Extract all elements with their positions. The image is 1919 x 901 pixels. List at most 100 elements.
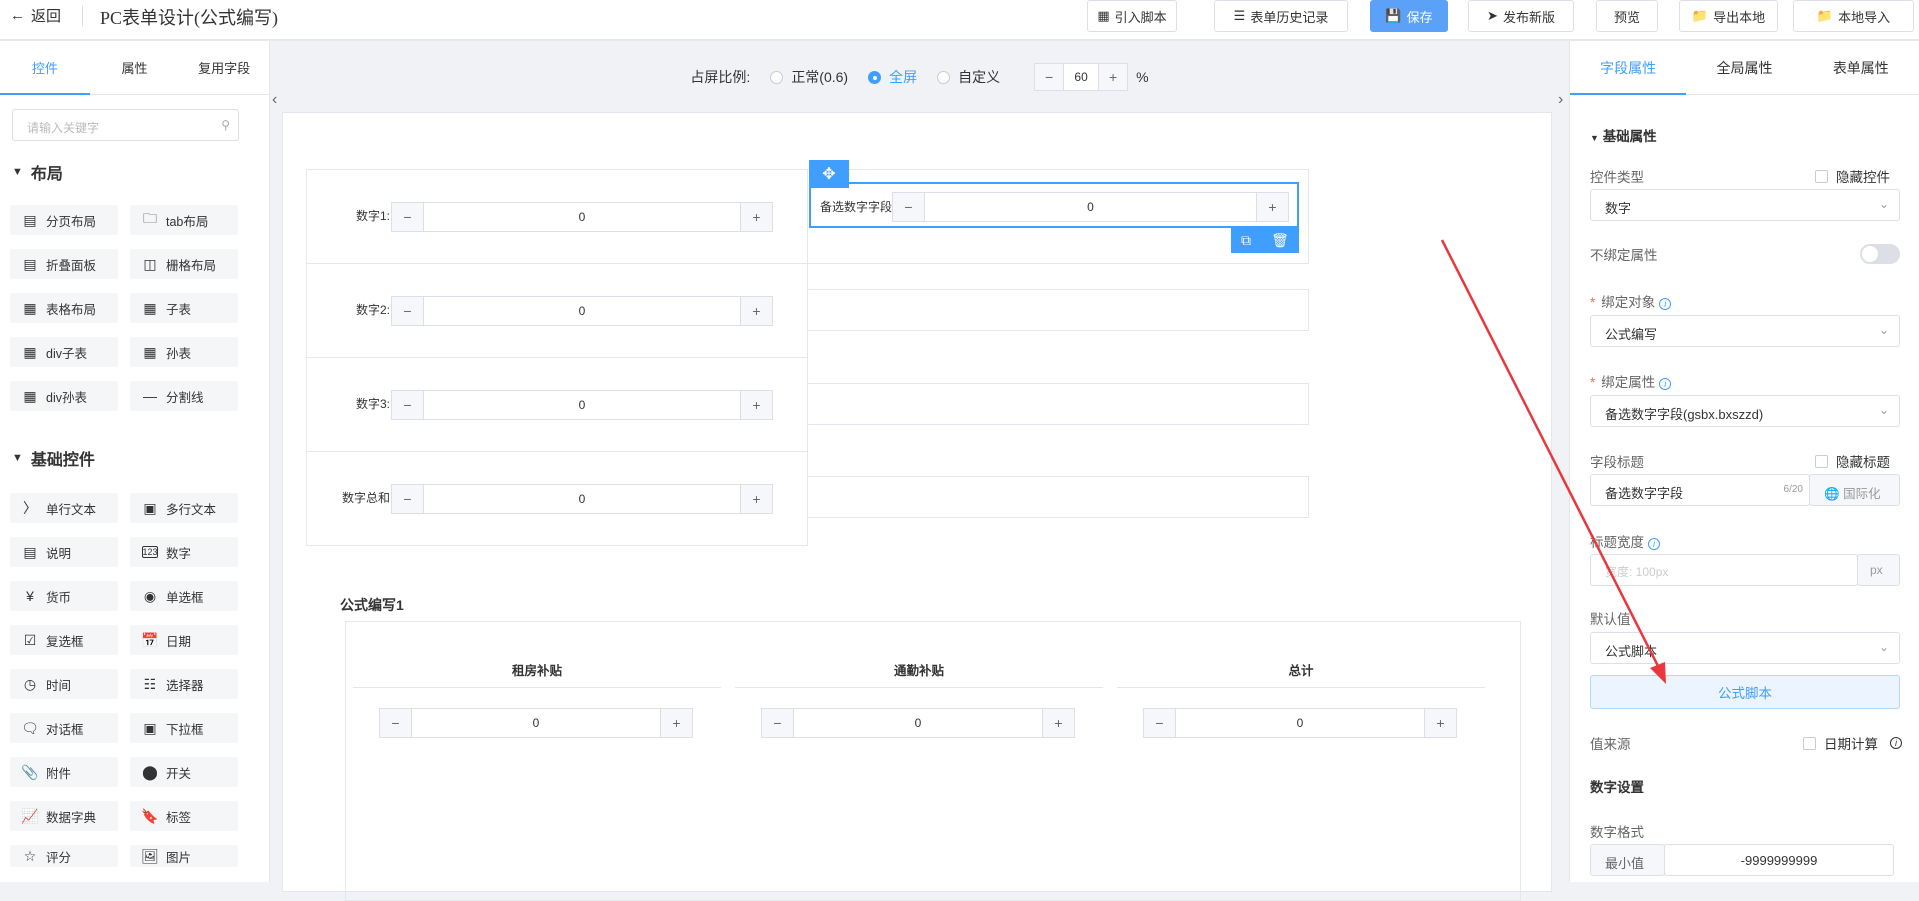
plus-icon[interactable]: + [1099,64,1128,90]
number-stepper[interactable]: −0 + [761,708,1075,738]
bind-object-select[interactable]: 公式编写 ⌄ [1590,315,1900,347]
minus-icon[interactable]: − [392,203,424,231]
preview-button[interactable]: 预览 [1596,0,1658,32]
control-tag[interactable]: 🔖 标签 [130,801,238,831]
date-calc-checkbox[interactable]: 日期计算 i [1803,733,1902,753]
plus-icon[interactable]: + [1256,193,1288,221]
number-stepper[interactable]: −0 + [1143,708,1457,738]
control-table-layout[interactable]: ▦ 表格布局 [10,293,118,323]
trash-icon[interactable]: 🗑 [1271,232,1289,249]
collapse-left-icon[interactable]: ‹ [272,91,277,109]
control-attachment[interactable]: 📎 附件 [10,757,118,787]
control-number[interactable]: 123 数字 [130,537,238,567]
control-div-grandchild-table[interactable]: ▦ div孙表 [10,381,118,411]
control-image[interactable]: 🖼 图片 [130,845,238,867]
number-value[interactable]: 0 [925,193,1256,221]
field-title-input[interactable]: 备选数字字段 6/20 [1590,474,1810,506]
number-value[interactable]: 0 [424,203,740,231]
number-value[interactable]: 0 [424,485,740,513]
form-cell[interactable] [807,289,1309,331]
control-switch[interactable]: ⬤ 开关 [130,757,238,787]
radio-normal[interactable]: 正常(0.6) [770,67,848,87]
minus-icon[interactable]: − [762,709,794,737]
plus-icon[interactable]: + [1424,709,1456,737]
publish-button[interactable]: ➤ 发布新版 [1468,0,1574,32]
default-value-select[interactable]: 公式脚本 ⌄ [1590,632,1900,664]
radio-fullscreen[interactable]: 全屏 [868,67,917,87]
unbound-toggle[interactable] [1860,244,1900,264]
minus-icon[interactable]: − [392,297,424,325]
i18n-button[interactable]: 🌐 国际化 [1809,474,1900,506]
control-grid-layout[interactable]: ◫ 栅格布局 [130,249,238,279]
number-value[interactable]: 0 [1176,709,1424,737]
control-div-subtable[interactable]: ▦ div子表 [10,337,118,367]
control-checkbox[interactable]: ☑ 复选框 [10,625,118,655]
tab-field-properties[interactable]: 字段属性 [1570,41,1687,95]
control-divider[interactable]: — 分割线 [130,381,238,411]
control-currency[interactable]: ¥ 货币 [10,581,118,611]
control-tab-layout[interactable]: 🗀 tab布局 [130,205,238,235]
control-page-layout[interactable]: ▤ 分页布局 [10,205,118,235]
copy-icon[interactable]: ⧉ [1241,232,1251,249]
minus-icon[interactable]: − [392,391,424,419]
control-time[interactable]: ◷ 时间 [10,669,118,699]
control-rating[interactable]: ☆ 评分 [10,845,118,867]
plus-icon[interactable]: + [1042,709,1074,737]
number-value[interactable]: 0 [424,297,740,325]
hide-control-checkbox[interactable]: 隐藏控件 [1815,166,1890,186]
plus-icon[interactable]: + [740,297,772,325]
minus-icon[interactable]: − [893,193,925,221]
info-icon[interactable]: i [1659,298,1672,310]
number-stepper[interactable]: −0 + [391,296,773,326]
back-button[interactable]: ← 返回 [10,5,61,26]
move-icon[interactable]: ✥ [809,160,849,188]
control-grandchild-table[interactable]: ▦ 孙表 [130,337,238,367]
number-value[interactable]: 0 [424,391,740,419]
radio-custom[interactable]: 自定义 [937,67,1000,87]
tab-properties[interactable]: 属性 [90,41,180,94]
plus-icon[interactable]: + [660,709,692,737]
info-icon[interactable]: i [1648,538,1660,550]
info-icon[interactable]: i [1890,737,1902,749]
plus-icon[interactable]: + [740,391,772,419]
control-radio[interactable]: ◉ 单选框 [130,581,238,611]
number-value[interactable]: 0 [794,709,1042,737]
number-stepper[interactable]: −0 + [391,484,773,514]
tab-form-properties[interactable]: 表单属性 [1803,41,1919,94]
plus-icon[interactable]: + [740,203,772,231]
control-dropdown[interactable]: ▣ 下拉框 [130,713,238,743]
basic-properties-title[interactable]: ▼ 基础属性 [1590,125,1657,145]
minus-icon[interactable]: − [1035,64,1064,90]
export-local-button[interactable]: 📁 导出本地 [1679,0,1778,32]
control-data-dictionary[interactable]: 📈 数据字典 [10,801,118,831]
min-value-input[interactable]: -9999999999 [1664,844,1894,876]
control-description[interactable]: ▤ 说明 [10,537,118,567]
control-dialog[interactable]: 🗨 对话框 [10,713,118,743]
control-single-line-text[interactable]: 〉 单行文本 [10,493,118,523]
zoom-stepper[interactable]: − 60 + [1034,63,1129,91]
number-stepper[interactable]: −0 + [379,708,693,738]
minus-icon[interactable]: − [1144,709,1176,737]
info-icon[interactable]: i [1659,378,1672,390]
tab-global-properties[interactable]: 全局属性 [1686,41,1802,94]
control-multi-line-text[interactable]: ▣ 多行文本 [130,493,238,523]
import-script-button[interactable]: ▦ 引入脚本 [1087,0,1177,32]
formula-script-button[interactable]: 公式脚本 [1590,675,1900,709]
form-history-button[interactable]: ☰ 表单历史记录 [1214,0,1348,32]
number-stepper[interactable]: −0 + [892,192,1289,222]
import-local-button[interactable]: 📁 本地导入 [1793,0,1914,32]
tab-reuse-fields[interactable]: 复用字段 [179,41,269,94]
control-collapse-panel[interactable]: ▤ 折叠面板 [10,249,118,279]
hide-title-checkbox[interactable]: 隐藏标题 [1815,451,1890,471]
layout-group-title[interactable]: ▼ 布局 [12,160,63,184]
zoom-value[interactable]: 60 [1063,64,1100,90]
form-cell[interactable] [807,383,1309,425]
tab-controls[interactable]: 控件 [0,41,90,95]
minus-icon[interactable]: − [392,485,424,513]
minus-icon[interactable]: − [380,709,412,737]
search-input[interactable]: 请输入关键字 ⚲ [12,109,239,141]
number-value[interactable]: 0 [412,709,660,737]
save-button[interactable]: 💾 保存 [1370,0,1448,32]
number-stepper[interactable]: −0 + [391,202,773,232]
bind-attr-select[interactable]: 备选数字字段(gsbx.bxszzd) ⌄ [1590,395,1900,427]
